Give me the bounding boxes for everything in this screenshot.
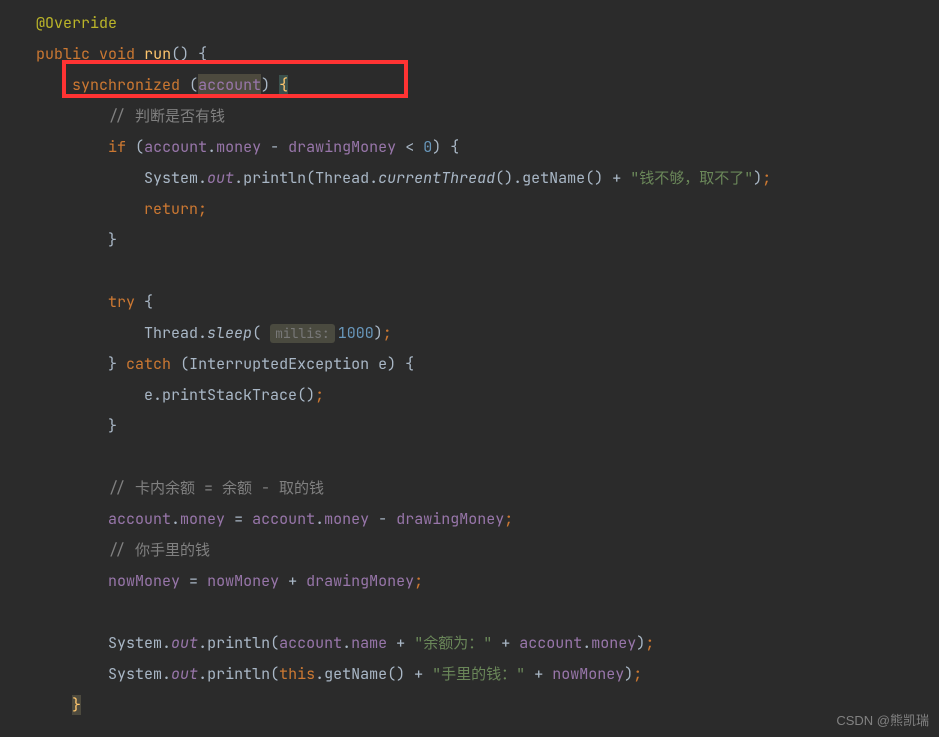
code-line: // 你手里的钱 — [0, 535, 939, 566]
code-line: // 判断是否有钱 — [0, 101, 939, 132]
code-line: } — [0, 690, 939, 721]
code-line — [0, 256, 939, 287]
code-line: nowMoney = nowMoney + drawingMoney; — [0, 566, 939, 597]
code-line: } — [0, 225, 939, 256]
watermark: CSDN @熊凯瑞 — [836, 710, 929, 729]
code-line: if (account.money - drawingMoney < 0) { — [0, 132, 939, 163]
code-line: @Override — [0, 8, 939, 39]
code-line: public void run() { — [0, 39, 939, 70]
code-line — [0, 597, 939, 628]
code-line: account.money = account.money - drawingM… — [0, 504, 939, 535]
code-line: System.out.println(account.name + "余额为："… — [0, 628, 939, 659]
code-line: System.out.println(this.getName() + "手里的… — [0, 659, 939, 690]
parameter-hint: millis: — [270, 324, 335, 343]
code-editor[interactable]: @Override public void run() { synchroniz… — [0, 0, 939, 721]
code-line: try { — [0, 287, 939, 318]
code-line: } catch (InterruptedException e) { — [0, 349, 939, 380]
code-line: System.out.println(Thread.currentThread(… — [0, 163, 939, 194]
code-line: e.printStackTrace(); — [0, 380, 939, 411]
annotation: @Override — [36, 13, 117, 33]
code-line: } — [0, 411, 939, 442]
code-line: return; — [0, 194, 939, 225]
code-line: // 卡内余额 = 余额 - 取的钱 — [0, 473, 939, 504]
code-line: Thread.sleep( millis:1000); — [0, 318, 939, 349]
closing-brace-highlight: } — [72, 695, 81, 715]
synchronized-target: account — [198, 74, 261, 96]
code-line: synchronized (account) { — [0, 70, 939, 101]
code-line — [0, 442, 939, 473]
